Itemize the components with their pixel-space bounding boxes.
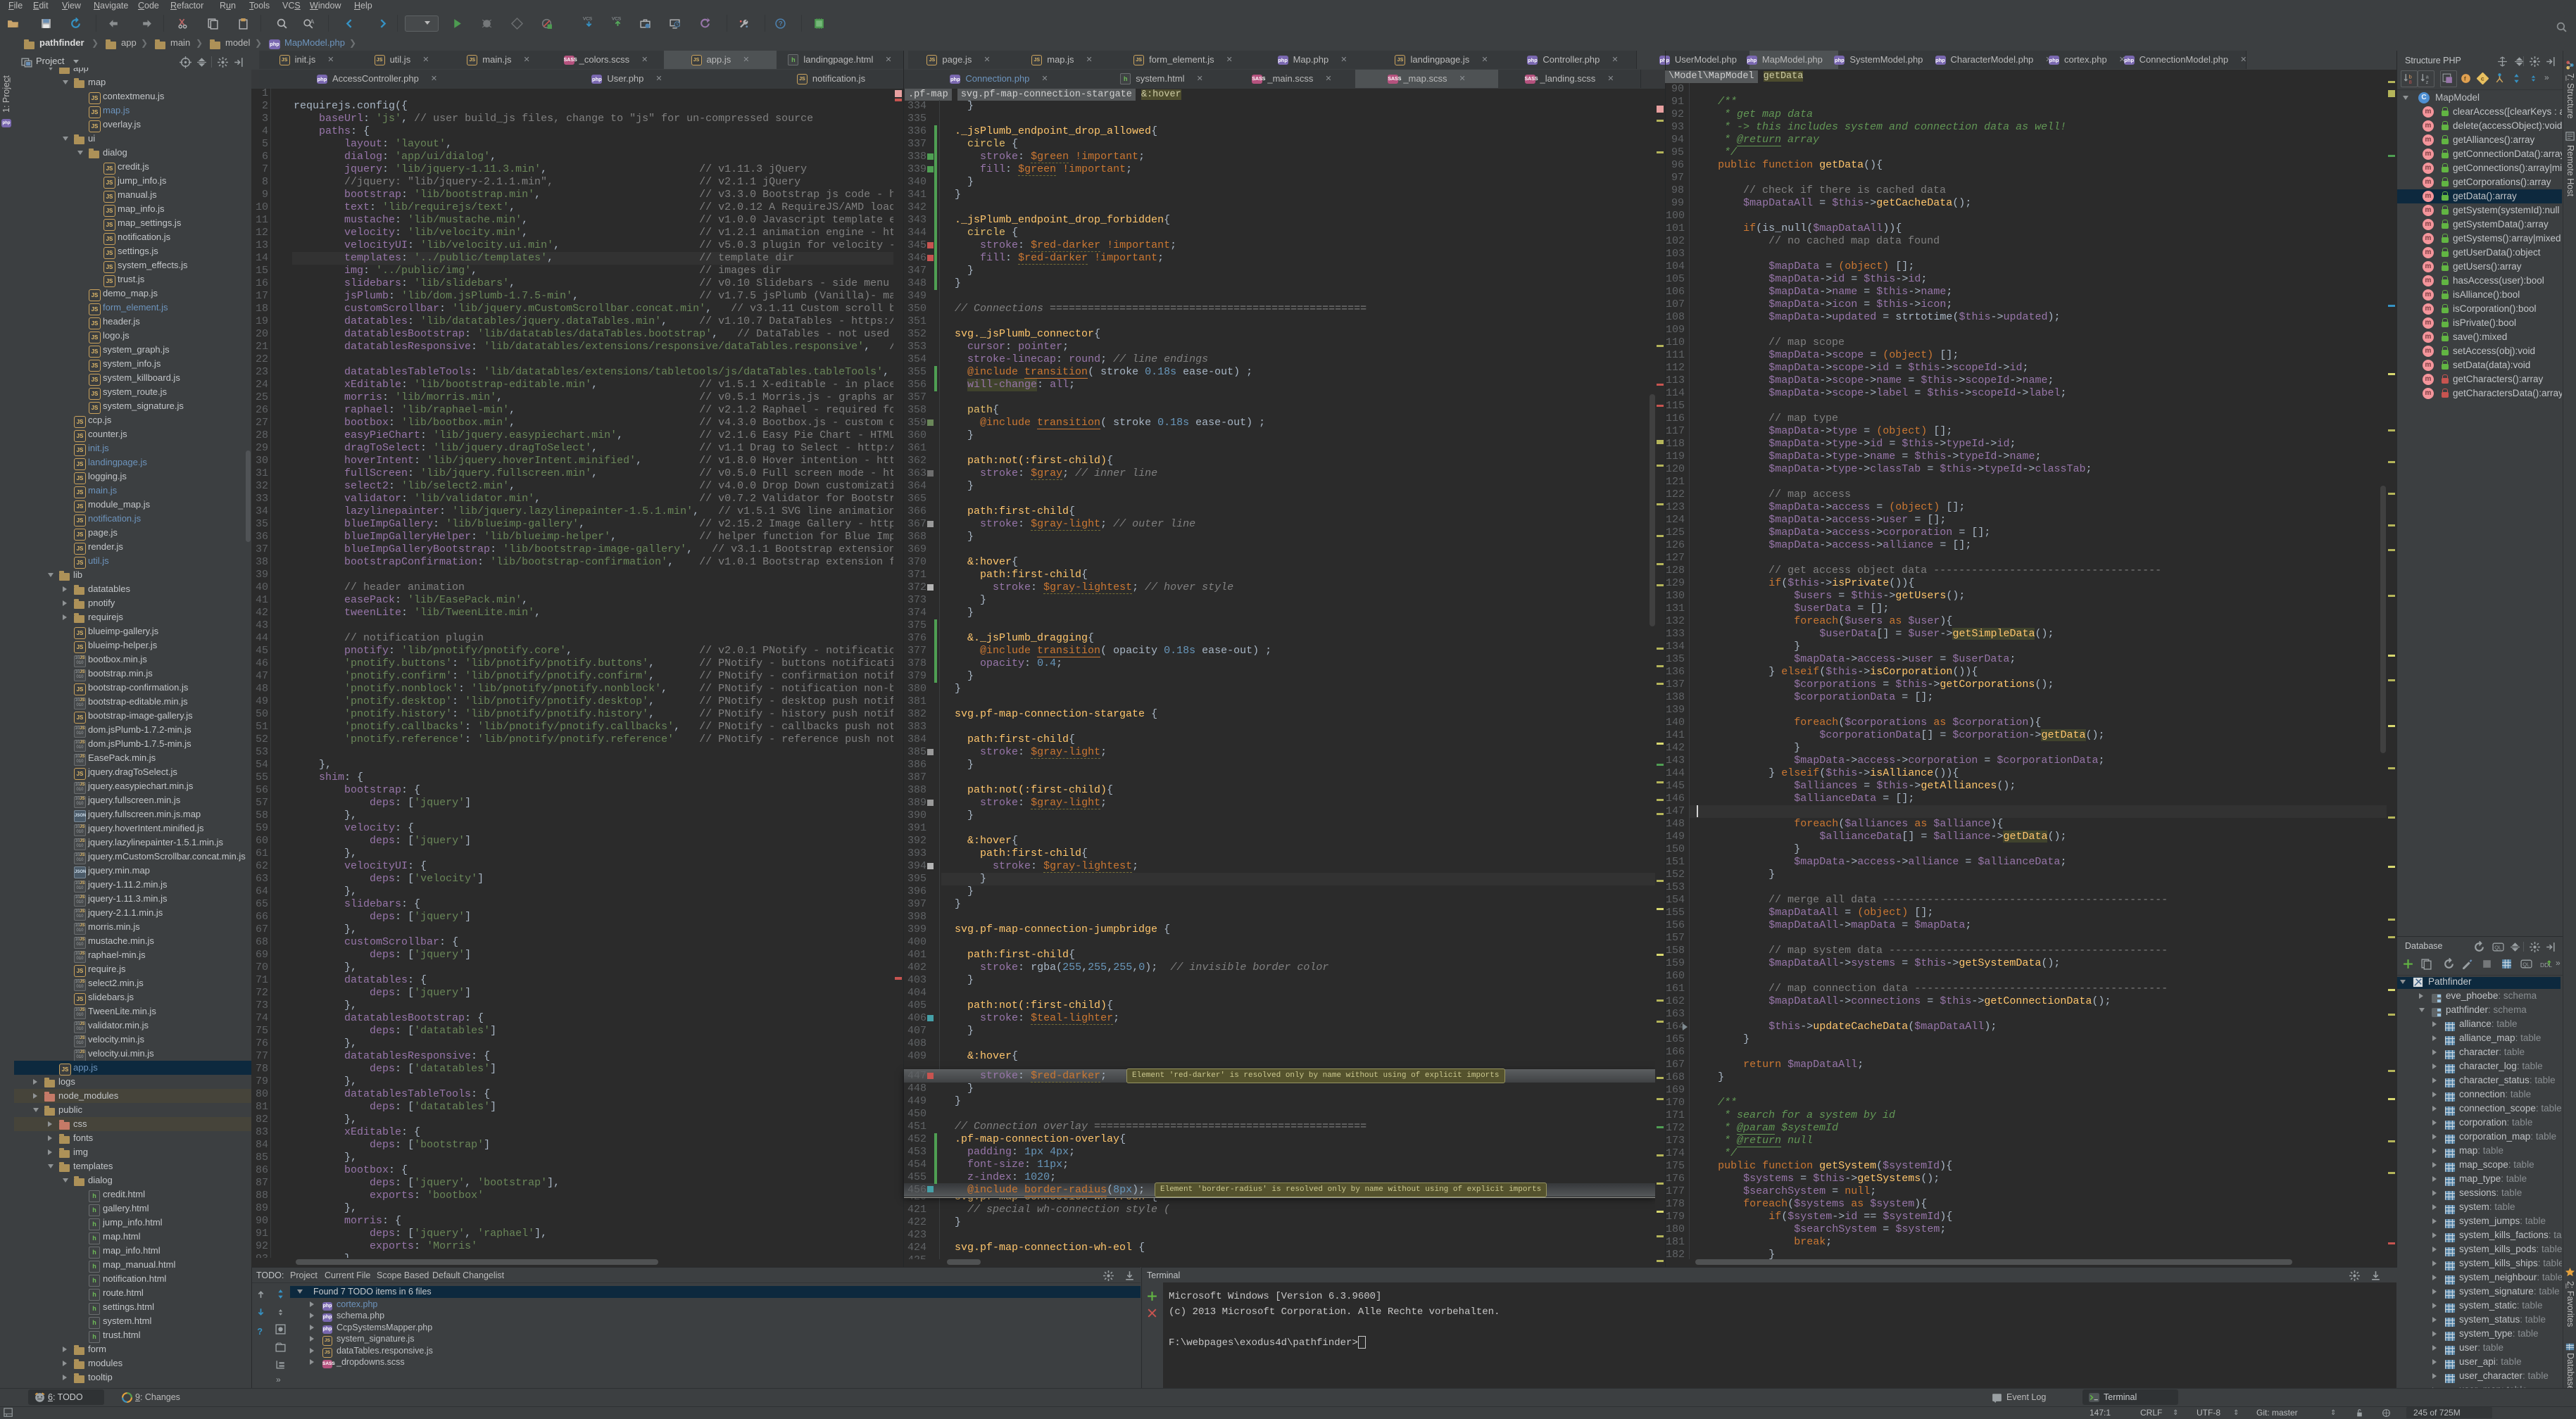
svg-text:A: A <box>310 18 315 25</box>
svg-text:f: f <box>2464 75 2466 82</box>
svg-text:QL: QL <box>2522 961 2530 968</box>
svg-text:VCS: VCS <box>583 16 592 21</box>
svg-text:VCS: VCS <box>612 16 621 21</box>
svg-text:c: c <box>2481 75 2484 82</box>
svg-text:?: ? <box>779 20 783 28</box>
svg-text:QL: QL <box>2494 945 2501 951</box>
